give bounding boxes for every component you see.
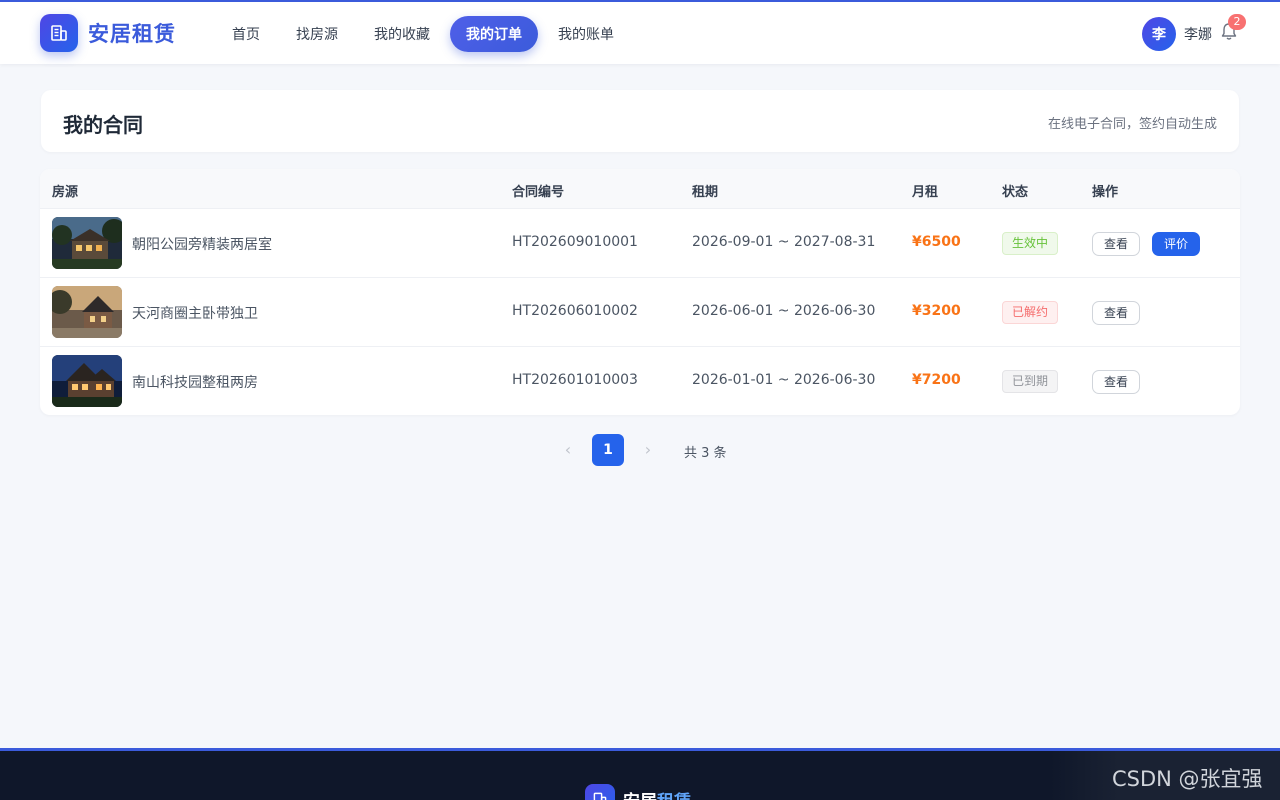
contract-number: HT202601010003 [512, 372, 638, 388]
contracts-table: 房源 合同编号 租期 月租 状态 操作 朝阳公园旁精装两居室 HT2026090… [40, 169, 1240, 415]
column-header-actions: 操作 [1092, 185, 1119, 200]
table-row: 天河商圈主卧带独卫 HT202606010002 2026-06-01 ~ 20… [40, 278, 1240, 347]
contract-number: HT202606010002 [512, 303, 638, 319]
status-badge: 已到期 [1002, 370, 1059, 393]
user-menu[interactable]: 李 李娜 2 [1142, 14, 1246, 51]
view-button[interactable]: 查看 [1092, 370, 1141, 394]
lease-term: 2026-09-01 ~ 2027-08-31 [692, 234, 876, 250]
building-icon [40, 14, 78, 52]
page-header-card: 我的合同 在线电子合同，签约自动生成 [41, 90, 1239, 152]
total-count: 共 3 条 [684, 446, 727, 461]
contract-number: HT202609010001 [512, 234, 638, 250]
footer-brand-name-part2: 租赁 [657, 792, 691, 800]
lease-term: 2026-06-01 ~ 2026-06-30 [692, 303, 876, 319]
chevron-right-icon[interactable]: › [632, 434, 664, 466]
chevron-left-icon[interactable]: ‹ [552, 434, 584, 466]
property-name[interactable]: 南山科技园整租两房 [132, 372, 258, 392]
status-badge: 已解约 [1002, 301, 1059, 324]
watermark: CSDN @张宜强 [1050, 751, 1280, 800]
property-name[interactable]: 朝阳公园旁精装两居室 [132, 234, 272, 254]
column-header-property: 房源 [52, 185, 79, 200]
page-title: 我的合同 [63, 113, 143, 137]
bell-icon[interactable]: 2 [1220, 14, 1246, 42]
nav-item-home[interactable]: 首页 [216, 16, 276, 52]
status-badge: 生效中 [1002, 232, 1059, 255]
brand-name: 安居租赁 [88, 22, 176, 46]
column-header-status: 状态 [1002, 185, 1029, 200]
column-header-contract-no: 合同编号 [512, 185, 565, 200]
property-thumbnail[interactable] [52, 217, 122, 269]
brand[interactable]: 安居租赁 [40, 14, 176, 52]
nav-item-find-housing[interactable]: 找房源 [280, 16, 354, 52]
property-name[interactable]: 天河商圈主卧带独卫 [132, 303, 258, 323]
page-number-current[interactable]: 1 [592, 434, 624, 466]
monthly-rent: ¥7200 [912, 372, 961, 388]
nav-item-orders[interactable]: 我的订单 [450, 16, 538, 52]
building-icon [585, 784, 615, 800]
footer-brand-name-part1: 安居 [623, 792, 657, 800]
notification-badge: 2 [1228, 14, 1246, 30]
table-header: 房源 合同编号 租期 月租 状态 操作 [40, 169, 1240, 209]
page-subtitle: 在线电子合同，签约自动生成 [1047, 117, 1217, 132]
view-button[interactable]: 查看 [1092, 232, 1141, 256]
column-header-rent: 月租 [912, 185, 939, 200]
table-row: 南山科技园整租两房 HT202601010003 2026-01-01 ~ 20… [40, 347, 1240, 415]
top-navbar: 安居租赁 首页 找房源 我的收藏 我的订单 我的账单 李 李娜 2 [0, 0, 1280, 64]
lease-term: 2026-01-01 ~ 2026-06-30 [692, 372, 876, 388]
main-nav: 首页 找房源 我的收藏 我的订单 我的账单 [216, 16, 634, 52]
monthly-rent: ¥3200 [912, 303, 961, 319]
user-name[interactable]: 李娜 [1184, 24, 1212, 44]
footer-brand: 安居租赁 [585, 784, 691, 800]
property-thumbnail[interactable] [52, 355, 122, 407]
property-thumbnail[interactable] [52, 286, 122, 338]
review-button[interactable]: 评价 [1152, 232, 1201, 256]
nav-item-favorites[interactable]: 我的收藏 [358, 16, 446, 52]
column-header-term: 租期 [692, 185, 719, 200]
avatar[interactable]: 李 [1142, 17, 1176, 51]
monthly-rent: ¥6500 [912, 234, 961, 250]
nav-item-bills[interactable]: 我的账单 [542, 16, 630, 52]
view-button[interactable]: 查看 [1092, 301, 1141, 325]
table-row: 朝阳公园旁精装两居室 HT202609010001 2026-09-01 ~ 2… [40, 209, 1240, 278]
footer-brand-name: 安居租赁 [623, 787, 691, 800]
